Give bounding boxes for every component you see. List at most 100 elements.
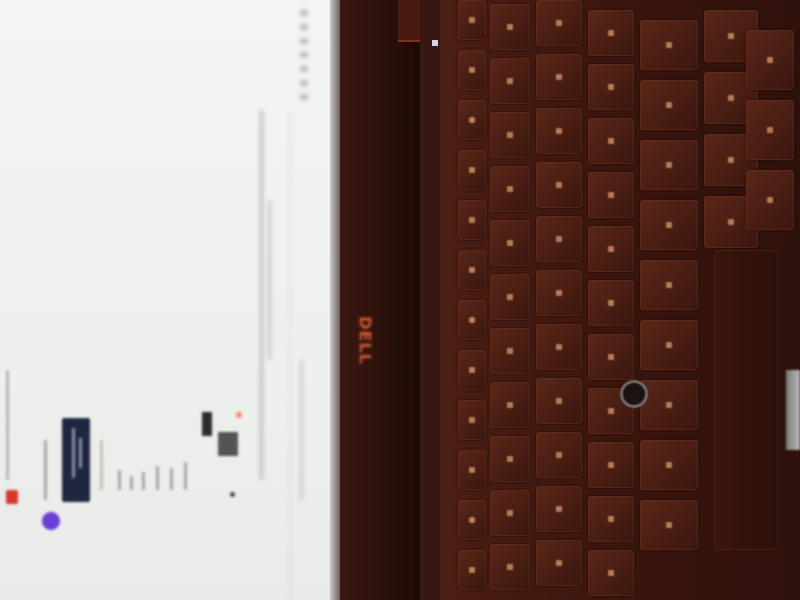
key-glyph bbox=[666, 102, 672, 108]
key-glyph bbox=[507, 240, 513, 246]
keyboard-key bbox=[536, 54, 582, 100]
keyboard-key bbox=[490, 166, 530, 212]
key-glyph bbox=[728, 157, 734, 163]
key-glyph bbox=[556, 20, 562, 26]
key-glyph bbox=[507, 510, 513, 516]
keyboard-key bbox=[640, 200, 698, 250]
key-glyph bbox=[728, 219, 734, 225]
key-glyph bbox=[666, 282, 672, 288]
keyboard-key bbox=[588, 226, 634, 272]
keyboard-key bbox=[458, 350, 486, 390]
status-led bbox=[432, 40, 438, 46]
key-glyph bbox=[507, 456, 513, 462]
keyboard-key bbox=[536, 432, 582, 478]
laptop-photo: DELL bbox=[0, 0, 800, 600]
keyboard-key bbox=[588, 118, 634, 164]
keyboard-key bbox=[640, 440, 698, 490]
thumbnail bbox=[218, 432, 238, 456]
keyboard-key bbox=[588, 550, 634, 596]
key-glyph bbox=[469, 17, 475, 23]
chassis-edge bbox=[786, 370, 800, 450]
keyboard-key bbox=[490, 112, 530, 158]
key-glyph bbox=[666, 462, 672, 468]
keyboard-key bbox=[588, 496, 634, 542]
key-glyph bbox=[728, 95, 734, 101]
keyboard-key bbox=[490, 4, 530, 50]
toolbar-icons bbox=[300, 10, 308, 102]
key-glyph bbox=[469, 317, 475, 323]
key-glyph bbox=[507, 348, 513, 354]
key-glyph bbox=[556, 182, 562, 188]
keyboard-key bbox=[536, 216, 582, 262]
keyboard-key bbox=[458, 550, 486, 590]
keyboard-key bbox=[640, 380, 698, 430]
keyboard-key bbox=[640, 500, 698, 550]
spacebar-key bbox=[714, 250, 778, 550]
keyboard-key bbox=[458, 400, 486, 440]
keyboard-key bbox=[490, 274, 530, 320]
list-item bbox=[100, 440, 103, 490]
trackpoint-icon bbox=[620, 380, 648, 408]
key-glyph bbox=[608, 84, 614, 90]
list-item bbox=[170, 468, 173, 490]
key-glyph bbox=[608, 462, 614, 468]
key-glyph bbox=[507, 294, 513, 300]
keyboard-key bbox=[458, 150, 486, 190]
thumbnail bbox=[202, 412, 212, 436]
key-glyph bbox=[469, 267, 475, 273]
keyboard-key bbox=[458, 100, 486, 140]
keyboard-key bbox=[490, 220, 530, 266]
keyboard-key bbox=[458, 450, 486, 490]
key-glyph bbox=[608, 354, 614, 360]
key-glyph bbox=[767, 197, 773, 203]
list-item bbox=[156, 466, 159, 490]
key-glyph bbox=[608, 516, 614, 522]
keyboard-key bbox=[588, 10, 634, 56]
keyboard-key bbox=[536, 162, 582, 208]
key-glyph bbox=[507, 564, 513, 570]
keyboard-key bbox=[640, 140, 698, 190]
key-glyph bbox=[666, 402, 672, 408]
paragraph-line bbox=[300, 360, 303, 500]
sidebar-text-line bbox=[6, 370, 9, 480]
list-item bbox=[184, 462, 187, 490]
laptop-screen bbox=[0, 0, 335, 600]
key-glyph bbox=[666, 342, 672, 348]
paragraph-line bbox=[260, 110, 263, 480]
keyboard-key bbox=[490, 58, 530, 104]
keyboard-key bbox=[536, 0, 582, 46]
status-dot bbox=[236, 412, 242, 418]
keyboard-key bbox=[458, 50, 486, 90]
key-glyph bbox=[556, 344, 562, 350]
keyboard-key bbox=[458, 300, 486, 340]
keyboard-key bbox=[640, 20, 698, 70]
key-glyph bbox=[608, 138, 614, 144]
keyboard-key bbox=[458, 0, 486, 40]
key-glyph bbox=[556, 398, 562, 404]
keyboard-key bbox=[640, 80, 698, 130]
key-glyph bbox=[556, 236, 562, 242]
keyboard-key bbox=[490, 382, 530, 428]
key-glyph bbox=[556, 560, 562, 566]
key-glyph bbox=[608, 192, 614, 198]
key-glyph bbox=[556, 452, 562, 458]
list-item bbox=[130, 476, 133, 490]
key-glyph bbox=[608, 246, 614, 252]
key-glyph bbox=[728, 33, 734, 39]
keyboard-key bbox=[490, 544, 530, 590]
dark-card bbox=[62, 418, 90, 502]
keyboard-key bbox=[490, 490, 530, 536]
key-glyph bbox=[469, 117, 475, 123]
keyboard-key bbox=[746, 30, 794, 90]
key-glyph bbox=[507, 24, 513, 30]
keyboard-key bbox=[536, 108, 582, 154]
key-glyph bbox=[469, 167, 475, 173]
brand-logo: DELL bbox=[355, 315, 375, 365]
key-glyph bbox=[469, 67, 475, 73]
key-glyph bbox=[469, 417, 475, 423]
key-glyph bbox=[608, 30, 614, 36]
keyboard-key bbox=[588, 172, 634, 218]
key-glyph bbox=[666, 162, 672, 168]
keyboard-key bbox=[536, 486, 582, 532]
keyboard-key bbox=[746, 100, 794, 160]
